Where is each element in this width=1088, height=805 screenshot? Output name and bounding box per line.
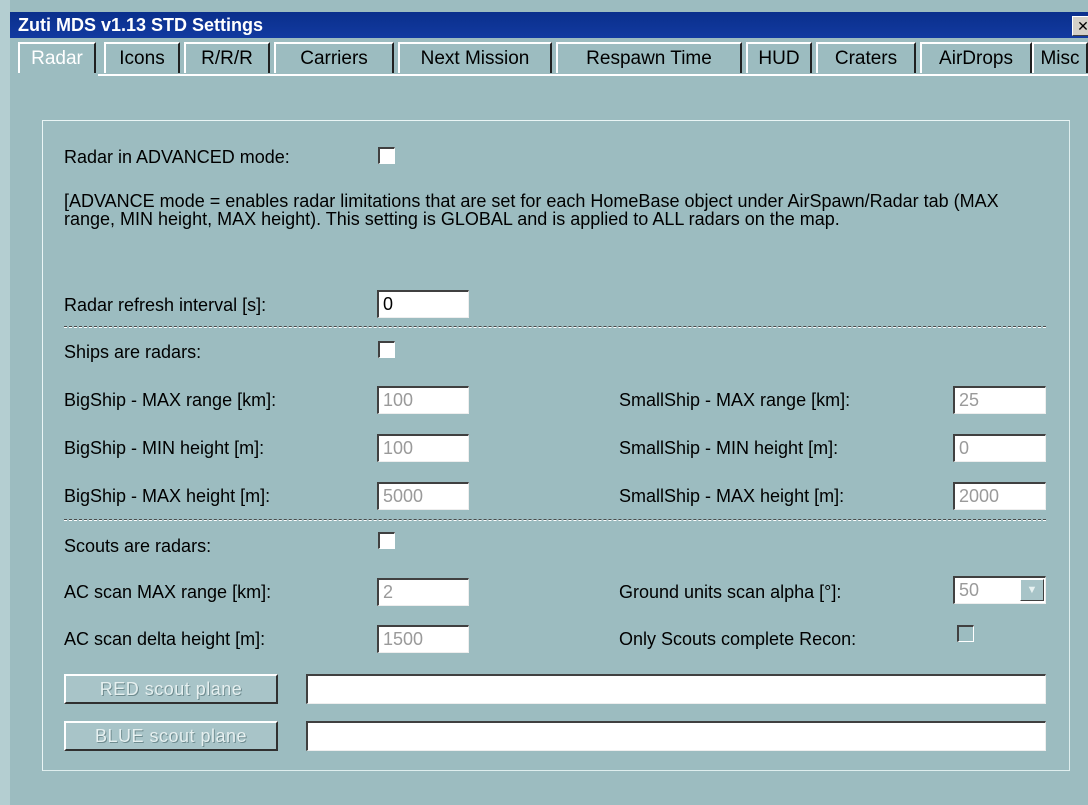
tab-hud[interactable]: HUD [746, 42, 812, 73]
tab-misc[interactable]: Misc [1032, 42, 1088, 73]
window-edge [0, 0, 10, 805]
tab-craters[interactable]: Craters [816, 42, 916, 73]
ground-units-alpha-label: Ground units scan alpha [°]: [619, 582, 842, 602]
title-bar[interactable]: Zuti MDS v1.13 STD Settings ✕ [10, 12, 1088, 38]
tab-icons[interactable]: Icons [104, 42, 180, 73]
only-scouts-recon-checkbox[interactable] [957, 625, 974, 642]
smallship-max-height-input[interactable]: 2000 [953, 482, 1046, 510]
tab-rrr[interactable]: R/R/R [184, 42, 270, 73]
bigship-max-range-label: BigShip - MAX range [km]: [64, 390, 277, 410]
blue-scout-plane-field[interactable] [306, 721, 1046, 751]
bigship-min-height-input[interactable]: 100 [377, 434, 469, 462]
scouts-radars-label: Scouts are radars: [64, 536, 212, 556]
smallship-max-height-label: SmallShip - MAX height [m]: [619, 486, 845, 506]
tab-carriers[interactable]: Carriers [274, 42, 394, 73]
bigship-max-range-input[interactable]: 100 [377, 386, 469, 414]
ac-scan-max-range-label: AC scan MAX range [km]: [64, 582, 272, 602]
smallship-min-height-input[interactable]: 0 [953, 434, 1046, 462]
only-scouts-recon-label: Only Scouts complete Recon: [619, 629, 857, 649]
chevron-down-icon[interactable]: ▼ [1020, 579, 1044, 601]
smallship-min-height-label: SmallShip - MIN height [m]: [619, 438, 839, 458]
radar-advanced-label: Radar in ADVANCED mode: [64, 147, 290, 167]
close-icon[interactable]: ✕ [1072, 16, 1088, 36]
advanced-mode-description: [ADVANCE mode = enables radar limitation… [64, 191, 999, 229]
radar-refresh-label: Radar refresh interval [s]: [64, 295, 267, 315]
bigship-max-height-label: BigShip - MAX height [m]: [64, 486, 271, 506]
red-scout-plane-field[interactable] [306, 674, 1046, 704]
ships-radars-label: Ships are radars: [64, 342, 202, 362]
smallship-max-range-label: SmallShip - MAX range [km]: [619, 390, 851, 410]
ground-units-alpha-value: 50 [959, 580, 980, 600]
bigship-min-height-label: BigShip - MIN height [m]: [64, 438, 265, 458]
radar-refresh-input[interactable]: 0 [377, 290, 469, 318]
tab-underline [98, 74, 1088, 76]
blue-scout-plane-button[interactable]: BLUE scout plane [64, 721, 278, 751]
tab-respawn-time[interactable]: Respawn Time [556, 42, 742, 73]
tab-airdrops[interactable]: AirDrops [920, 42, 1032, 73]
tab-radar[interactable]: Radar [18, 42, 96, 73]
red-scout-plane-button[interactable]: RED scout plane [64, 674, 278, 704]
tab-next-mission[interactable]: Next Mission [398, 42, 552, 73]
bigship-max-height-input[interactable]: 5000 [377, 482, 469, 510]
separator [64, 326, 1046, 328]
separator [64, 519, 1046, 521]
smallship-max-range-input[interactable]: 25 [953, 386, 1046, 414]
tab-strip: Radar Icons R/R/R Carriers Next Mission … [18, 42, 1088, 74]
window-title: Zuti MDS v1.13 STD Settings [18, 15, 264, 35]
ac-scan-delta-height-input[interactable]: 1500 [377, 625, 469, 653]
ac-scan-max-range-input[interactable]: 2 [377, 578, 469, 606]
settings-window: Zuti MDS v1.13 STD Settings ✕ Radar Icon… [0, 0, 1088, 805]
ships-radars-checkbox[interactable] [378, 341, 395, 358]
ac-scan-delta-height-label: AC scan delta height [m]: [64, 629, 266, 649]
scouts-radars-checkbox[interactable] [378, 532, 395, 549]
radar-advanced-checkbox[interactable] [378, 147, 395, 164]
ground-units-alpha-select[interactable]: 50 ▼ [953, 576, 1046, 604]
